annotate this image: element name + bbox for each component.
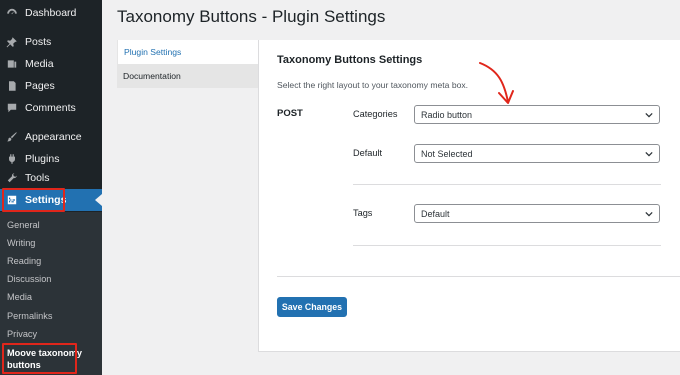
sidebar-item-label: Appearance (25, 131, 82, 143)
save-changes-button[interactable]: Save Changes (277, 297, 347, 317)
submenu-item-writing[interactable]: Writing (7, 238, 35, 248)
default-select[interactable]: Not Selected (414, 144, 660, 163)
pin-icon (5, 35, 19, 49)
categories-select[interactable]: Radio button (414, 105, 660, 124)
chevron-down-icon (645, 151, 653, 157)
submenu-item-privacy[interactable]: Privacy (7, 329, 37, 339)
moove-highlight-box (2, 343, 77, 374)
categories-label: Categories (353, 109, 398, 119)
sidebar-item-dashboard[interactable]: Dashboard (0, 2, 102, 24)
comment-icon (5, 101, 19, 115)
sidebar-item-label: Media (25, 58, 54, 70)
tab-documentation[interactable]: Documentation (117, 64, 258, 88)
panel-description: Select the right layout to your taxonomy… (277, 80, 469, 90)
default-select-value: Not Selected (421, 148, 473, 159)
wrench-icon (5, 171, 19, 185)
submenu-item-permalinks[interactable]: Permalinks (7, 311, 52, 321)
tags-select[interactable]: Default (414, 204, 660, 223)
default-label: Default (353, 148, 383, 158)
current-page-arrow (95, 194, 102, 206)
dashboard-icon (5, 6, 19, 20)
post-type-label: POST (277, 108, 303, 119)
sidebar-item-comments[interactable]: Comments (0, 97, 102, 119)
submenu-item-reading[interactable]: Reading (7, 256, 41, 266)
section-divider (353, 184, 661, 185)
sidebar-item-label: Posts (25, 36, 52, 48)
admin-sidebar: Dashboard Posts Media Pages Comments App… (0, 0, 102, 375)
sidebar-item-pages[interactable]: Pages (0, 75, 102, 97)
categories-select-value: Radio button (421, 109, 473, 120)
submenu-item-discussion[interactable]: Discussion (7, 274, 51, 284)
submenu-item-general[interactable]: General (7, 220, 40, 230)
section-divider (353, 245, 661, 246)
sidebar-item-label: Dashboard (25, 7, 77, 19)
sidebar-item-label: Pages (25, 80, 55, 92)
tab-plugin-settings[interactable]: Plugin Settings (117, 40, 258, 64)
pages-icon (5, 79, 19, 93)
sidebar-item-label: Comments (25, 102, 76, 114)
submenu-item-media[interactable]: Media (7, 292, 32, 302)
sidebar-item-media[interactable]: Media (0, 53, 102, 75)
chevron-down-icon (645, 112, 653, 118)
sidebar-item-label: Tools (25, 172, 50, 184)
section-divider (277, 276, 680, 277)
plug-icon (5, 152, 19, 166)
sidebar-item-appearance[interactable]: Appearance (0, 126, 102, 148)
settings-highlight-box (2, 188, 65, 212)
tags-select-value: Default (421, 208, 450, 219)
sidebar-item-label: Plugins (25, 153, 60, 165)
media-icon (5, 57, 19, 71)
tags-label: Tags (353, 208, 373, 218)
page-title: Taxonomy Buttons - Plugin Settings (117, 7, 386, 26)
sidebar-item-posts[interactable]: Posts (0, 31, 102, 53)
panel-title: Taxonomy Buttons Settings (277, 54, 423, 66)
brush-icon (5, 130, 19, 144)
chevron-down-icon (645, 211, 653, 217)
sidebar-item-tools[interactable]: Tools (0, 167, 102, 189)
annotation-arrow-icon (479, 62, 514, 104)
